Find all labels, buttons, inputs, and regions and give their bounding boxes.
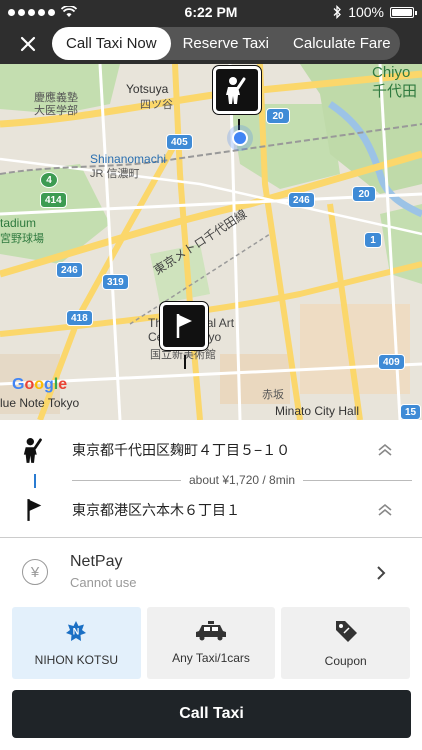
route-shield: 20	[266, 108, 290, 124]
destination-row[interactable]: 東京都港区六本木６丁目１	[0, 490, 422, 530]
payment-status: Cannot use	[70, 575, 137, 590]
destination-pin[interactable]	[159, 301, 209, 351]
coupon-tag-icon	[335, 621, 357, 642]
current-location-dot	[232, 130, 248, 146]
route-shield: 1	[364, 232, 382, 248]
route-shield: 405	[166, 134, 193, 150]
pickup-row[interactable]: 東京都千代田区麹町４丁目５−１０	[0, 430, 422, 470]
map-label-shinanomachi: Shinanomachi	[90, 152, 167, 166]
status-bar: 6:22 PM 100%	[0, 0, 422, 24]
route-shield: 414	[40, 192, 67, 208]
close-icon	[20, 36, 36, 52]
destination-flag-icon	[20, 494, 48, 526]
nihon-kotsu-logo-icon: N	[66, 621, 87, 641]
map-view[interactable]: Yotsuya 四ツ谷 慶應義塾 大医学部 Shinanomachi JR 信濃…	[0, 64, 422, 420]
divider	[72, 479, 181, 481]
route-summary: 東京都千代田区麹町４丁目５−１０ about ¥1,720 / 8min 東京都…	[0, 420, 422, 538]
destination-address: 東京都港区六本木６丁目１	[72, 502, 240, 518]
options-row: N NIHON KOTSU Any Taxi/1cars Coupon	[12, 607, 411, 679]
divider	[303, 479, 413, 481]
route-shield: 15	[400, 404, 422, 420]
route-shield: 246	[56, 262, 83, 278]
route-shield: 319	[102, 274, 129, 290]
fare-estimate: about ¥1,720 / 8min	[188, 473, 296, 487]
map-label-blue-note: lue Note Tokyo	[0, 396, 80, 410]
tab-call-taxi-now[interactable]: Call Taxi Now	[52, 27, 171, 60]
pickup-person-icon	[20, 434, 48, 466]
route-shield: 418	[66, 310, 93, 326]
option-label: NIHON KOTSU	[34, 653, 118, 667]
tab-calculate-fare[interactable]: Calculate Fare	[281, 27, 403, 60]
google-logo: Google	[12, 376, 68, 393]
mode-tabs: Call Taxi Now Reserve Taxi Calculate Far…	[52, 27, 400, 60]
map-label-stadium-jp: 宮野球場	[0, 233, 44, 245]
map-label-akasaka: 赤坂	[262, 389, 284, 401]
route-connector	[34, 474, 36, 488]
close-button[interactable]	[12, 28, 44, 60]
map-label-shinanomachi-jp: JR 信濃町	[90, 168, 140, 180]
battery-icon	[390, 6, 417, 18]
person-hailing-icon	[226, 77, 246, 104]
option-label: Any Taxi/1cars	[172, 651, 250, 665]
option-nihon-kotsu[interactable]: N NIHON KOTSU	[12, 607, 141, 679]
payment-name: NetPay	[70, 553, 123, 570]
option-any-taxi[interactable]: Any Taxi/1cars	[146, 607, 276, 679]
route-shield: 20	[352, 186, 376, 202]
option-coupon[interactable]: Coupon	[281, 607, 411, 679]
chevron-right-icon	[377, 566, 386, 580]
map-label-yotsuya: Yotsuya	[126, 82, 169, 96]
map-label-minato-city: Minato City Hall	[275, 404, 360, 418]
option-label: Coupon	[324, 654, 367, 668]
route-shield: 409	[378, 354, 405, 370]
status-time: 6:22 PM	[184, 4, 238, 20]
pickup-address: 東京都千代田区麹町４丁目５−１０	[72, 442, 291, 458]
map-label-chiyoda-en: Chiyo	[372, 64, 411, 81]
svg-text:N: N	[73, 627, 80, 637]
map-label-keio: 慶應義塾 大医学部	[34, 92, 78, 117]
yen-icon: ¥	[22, 559, 48, 585]
top-nav: Call Taxi Now Reserve Taxi Calculate Far…	[0, 24, 422, 64]
tab-reserve-taxi[interactable]: Reserve Taxi	[171, 27, 281, 60]
call-taxi-button[interactable]: Call Taxi	[12, 690, 411, 738]
route-shield: 246	[288, 192, 315, 208]
taxi-icon	[196, 621, 226, 641]
map-label-chiyoda-jp: 千代田	[372, 83, 418, 100]
destination-pin-stem	[184, 355, 186, 369]
chevron-double-up-icon[interactable]	[376, 441, 394, 459]
pickup-pin[interactable]	[212, 65, 262, 115]
flag-icon	[176, 314, 192, 338]
map-label-yotsuya-jp: 四ツ谷	[140, 99, 173, 111]
chevron-double-up-icon[interactable]	[376, 501, 394, 519]
map-label-stadium: tadium	[0, 216, 37, 230]
route-shield: 4	[40, 172, 58, 188]
payment-row[interactable]: ¥ NetPay Cannot use	[0, 539, 422, 607]
fare-estimate-row: about ¥1,720 / 8min	[72, 472, 413, 488]
